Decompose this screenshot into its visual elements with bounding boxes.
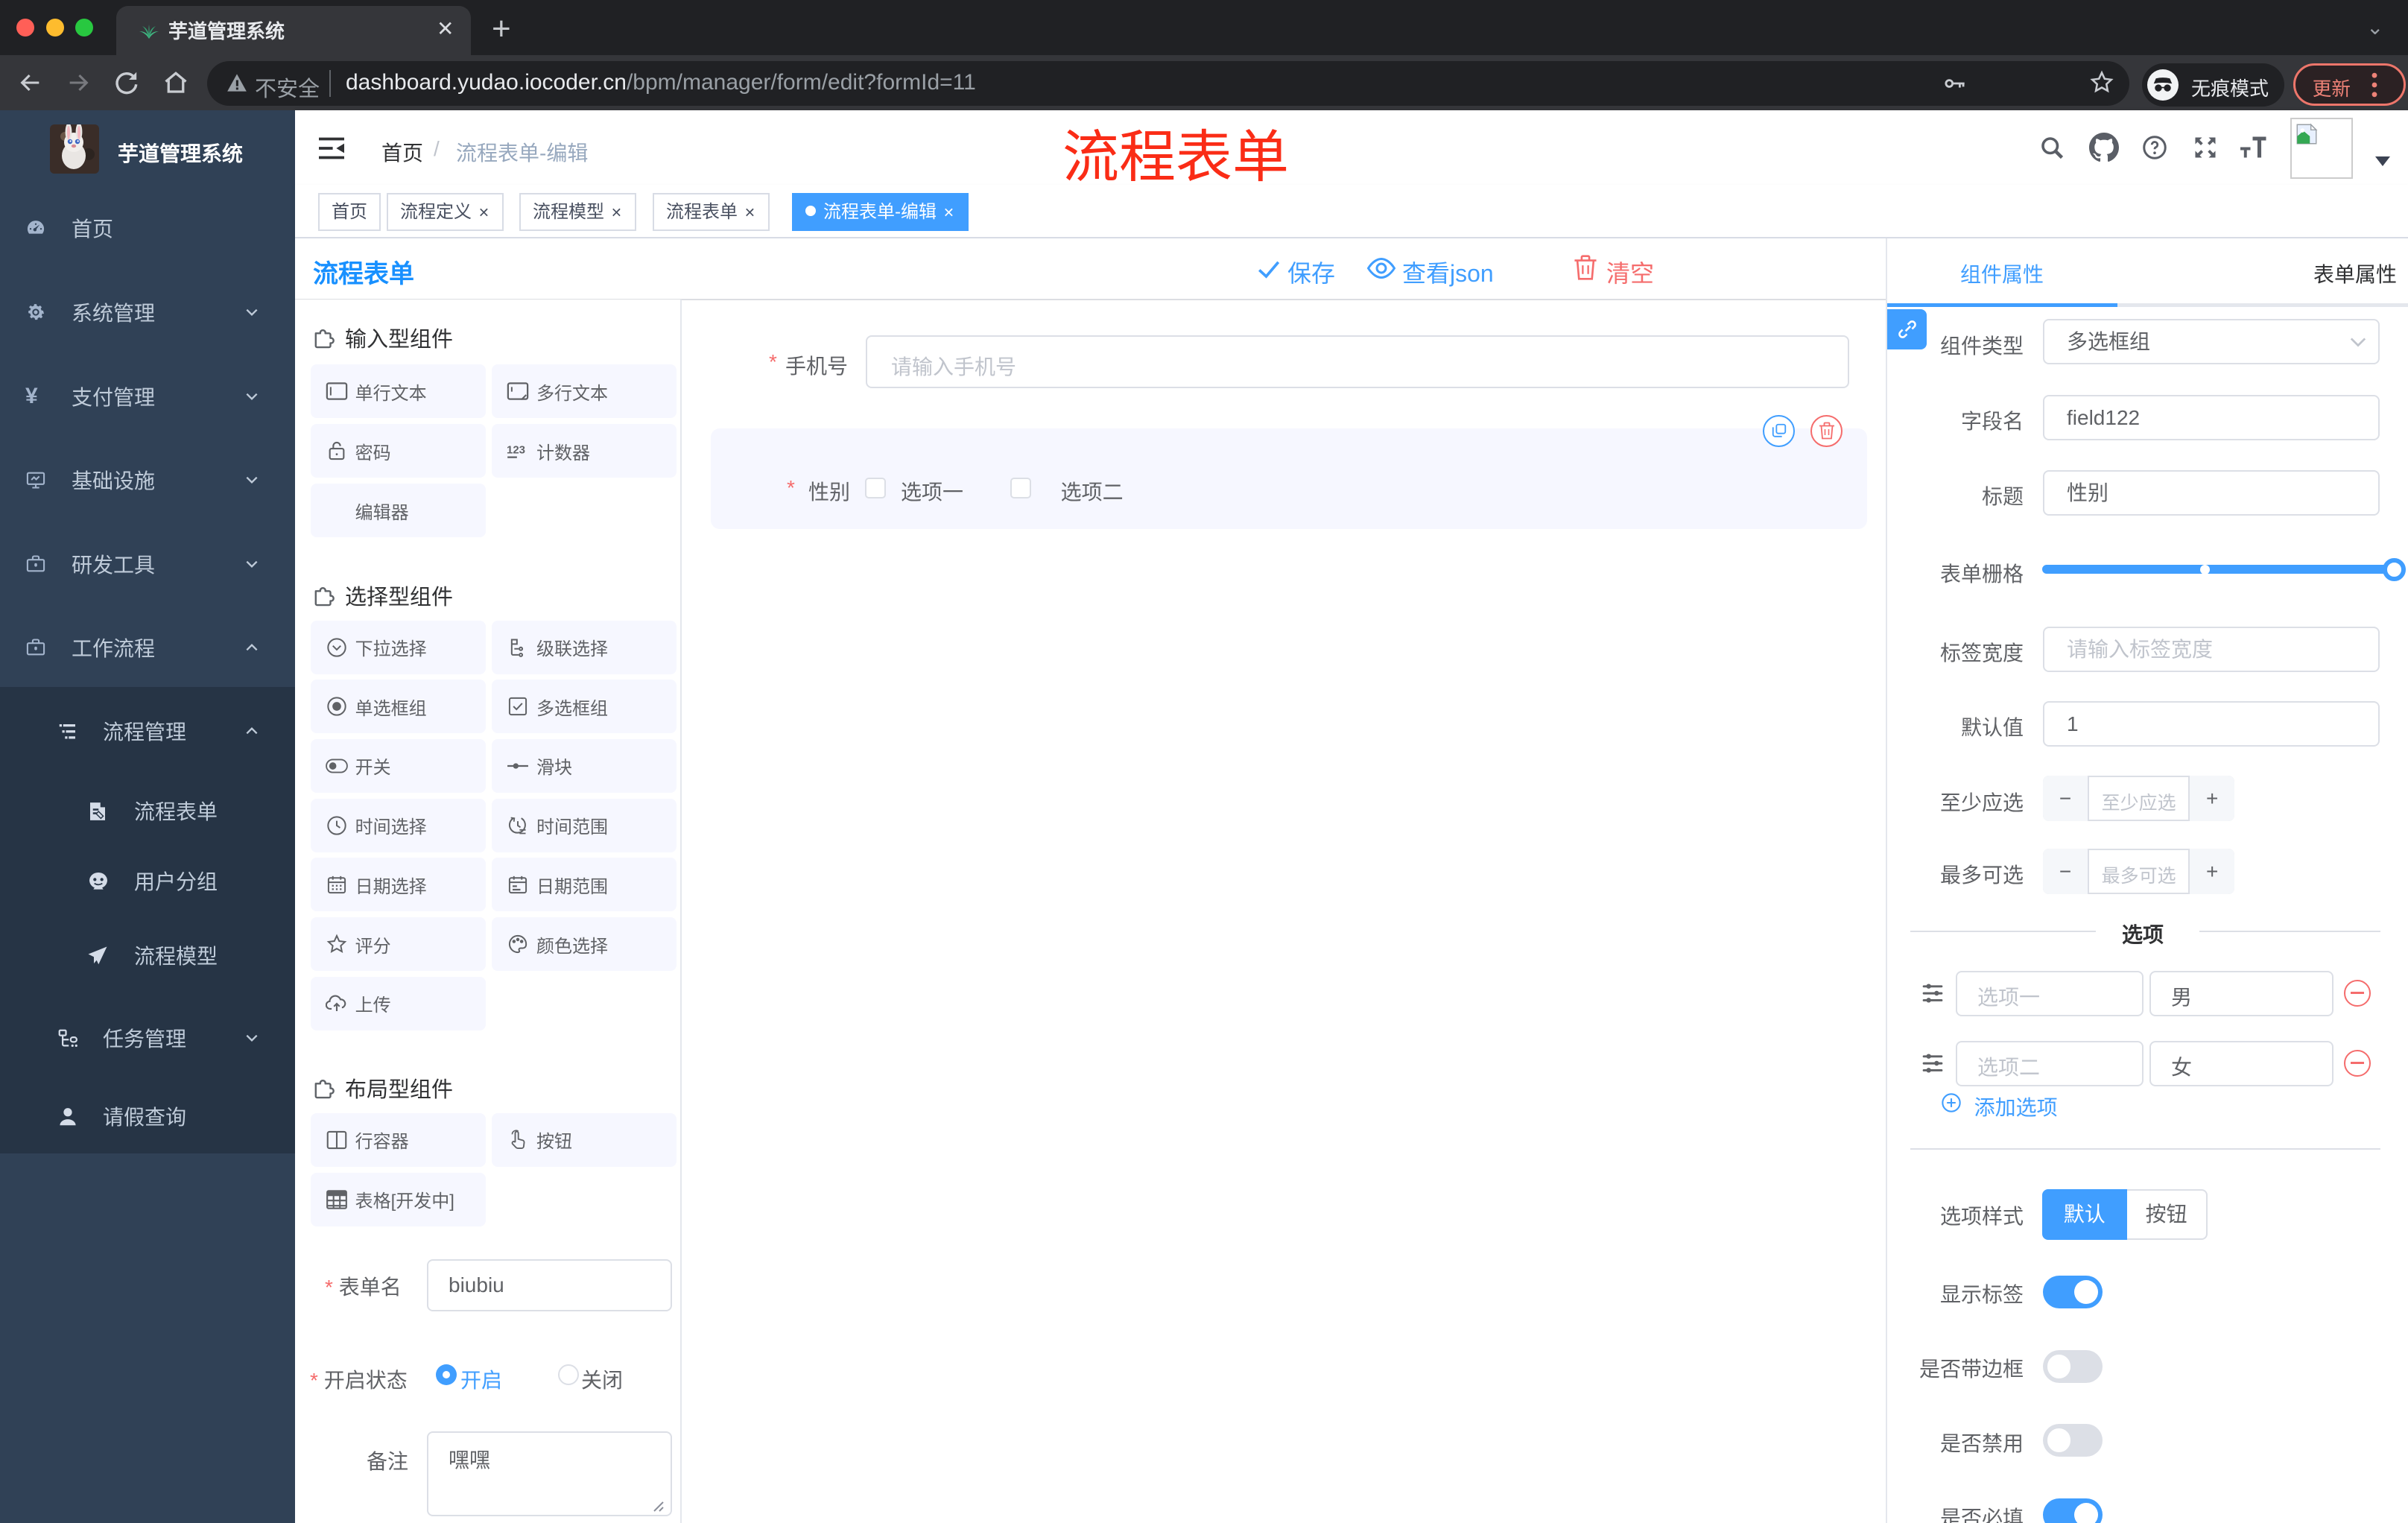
- svg-text:123: 123: [507, 443, 525, 456]
